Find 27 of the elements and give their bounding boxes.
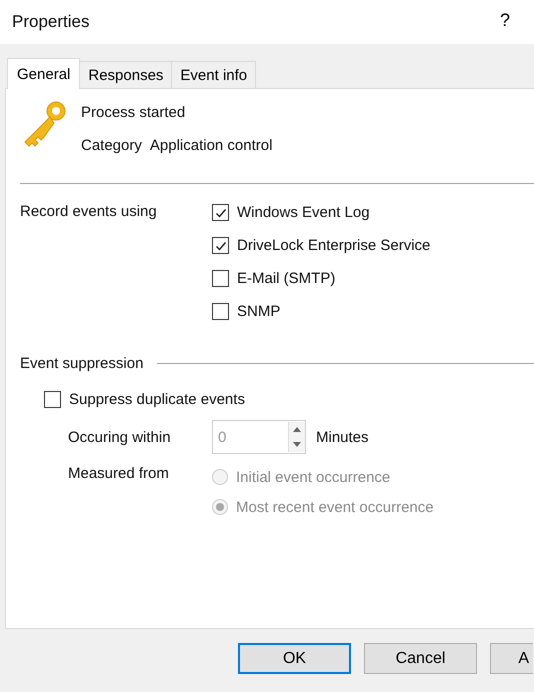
within-label: Occuring within [68, 428, 172, 446]
dialog-button[interactable]: OK [238, 643, 351, 674]
unit-label: Minutes [316, 428, 369, 446]
tab[interactable]: Event info [171, 61, 256, 88]
checkbox-label: DriveLock Enterprise Service [237, 237, 430, 254]
checkbox-label: SNMP [237, 303, 280, 320]
checkbox-label: E-Mail (SMTP) [237, 270, 336, 287]
help-button[interactable]: ? [500, 10, 510, 31]
record-label: Record events using [20, 202, 158, 222]
category-value: Application control [150, 137, 272, 154]
checkbox[interactable] [212, 237, 229, 254]
dialog-button[interactable]: A [490, 643, 533, 674]
checkbox[interactable] [212, 303, 229, 320]
measured-label: Measured from [68, 464, 170, 484]
category-label: Category [81, 137, 142, 154]
dialog-button[interactable]: Cancel [364, 643, 477, 674]
event-title: Process started [81, 103, 186, 123]
checkbox-label: Suppress duplicate events [69, 390, 245, 408]
checkbox[interactable] [44, 390, 61, 408]
window-title: Properties [12, 12, 90, 32]
checkbox[interactable] [212, 204, 229, 221]
tab[interactable]: General [7, 58, 80, 89]
checkbox-label: Windows Event Log [237, 204, 370, 221]
radio-label: Initial event occurrence [236, 468, 390, 486]
section-heading: Event suppression [20, 354, 144, 372]
checkbox[interactable] [212, 270, 229, 287]
radio-label: Most recent event occurrence [236, 498, 434, 516]
